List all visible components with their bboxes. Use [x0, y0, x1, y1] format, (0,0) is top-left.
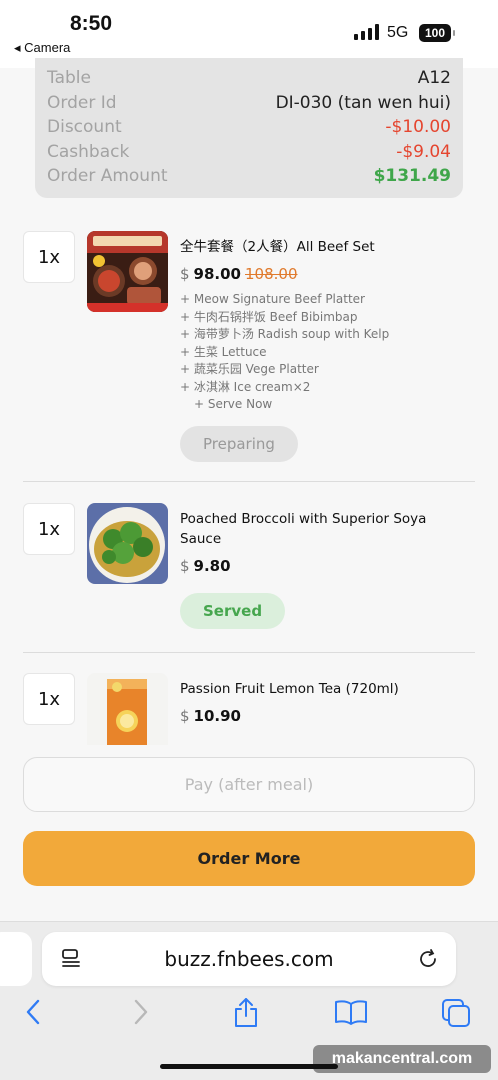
order-id-value: DI-030 (tan wen hui)	[275, 92, 451, 113]
reload-icon[interactable]	[416, 947, 440, 975]
item-price: $9.80	[180, 557, 470, 575]
summary-label: Order Id	[47, 92, 117, 113]
url-text: buzz.fnbees.com	[164, 947, 334, 971]
option-line: + 牛肉石锅拌饭 Beef Bibimbap	[180, 309, 358, 324]
network-type: 5G	[387, 24, 409, 41]
summary-row-cashback: Cashback -$9.04	[47, 140, 451, 165]
order-item: 1x 全牛套餐（2人餐）All Beef Set $98.00 108.00 + …	[23, 231, 475, 466]
current-price: 10.90	[193, 707, 241, 725]
current-price: 98.00	[193, 265, 241, 283]
currency-symbol: $	[180, 707, 190, 725]
option-line: + 生菜 Lettuce	[180, 344, 267, 359]
option-line: + 冰淇淋 Ice cream×2	[180, 379, 311, 394]
previous-tab-preview[interactable]	[0, 932, 32, 986]
summary-row-table: Table A12	[47, 66, 451, 91]
status-badge-preparing: Preparing	[180, 425, 298, 462]
address-bar[interactable]: buzz.fnbees.com	[42, 932, 456, 986]
battery-icon: 100	[419, 24, 455, 42]
signal-icon	[354, 24, 379, 40]
back-icon[interactable]	[22, 997, 44, 1031]
share-icon[interactable]	[231, 994, 261, 1032]
forward-icon[interactable]	[130, 997, 152, 1031]
option-line: + 蔬菜乐园 Vege Platter	[180, 362, 319, 376]
item-image-beef-set[interactable]	[87, 231, 168, 312]
pay-after-meal-button[interactable]: Pay (after meal)	[23, 757, 475, 812]
table-value: A12	[417, 68, 451, 89]
currency-symbol: $	[180, 265, 190, 283]
cashback-value: -$9.04	[396, 141, 451, 162]
back-to-camera-link[interactable]: ◂ Camera	[14, 40, 70, 56]
item-name: Poached Broccoli with Superior Soya Sauc…	[180, 511, 427, 547]
item-info: 全牛套餐（2人餐）All Beef Set $98.00 108.00 + Meo…	[180, 237, 470, 462]
summary-row-order-amount: Order Amount $131.49	[47, 164, 451, 189]
summary-label: Cashback	[47, 141, 130, 162]
option-line: + 海带萝卜汤 Radish soup with Kelp	[180, 327, 390, 341]
order-amount-value: $131.49	[373, 166, 451, 187]
home-indicator	[160, 1064, 338, 1069]
item-quantity: 1x	[23, 673, 75, 725]
item-options: + Meow Signature Beef Platter + 牛肉石锅拌饭 B…	[180, 291, 470, 414]
tabs-icon[interactable]	[440, 997, 472, 1033]
item-name: Passion Fruit Lemon Tea (720ml)	[180, 681, 399, 697]
discount-value: -$10.00	[385, 117, 451, 138]
status-badge-served: Served	[180, 593, 286, 629]
item-quantity: 1x	[23, 503, 75, 555]
item-price: $98.00 108.00	[180, 265, 470, 283]
item-quantity: 1x	[23, 231, 75, 283]
order-item: 1x Poached Broccoli with Superior Soya S…	[23, 503, 475, 638]
summary-label: Table	[47, 68, 91, 89]
option-sub-line: + Serve Now	[194, 397, 273, 411]
current-price: 9.80	[193, 557, 231, 575]
summary-label: Discount	[47, 117, 122, 138]
summary-label: Order Amount	[47, 166, 168, 187]
currency-symbol: $	[180, 557, 190, 575]
item-image-broccoli[interactable]	[87, 503, 168, 584]
bookmarks-icon[interactable]	[334, 997, 368, 1031]
item-image-lemon-tea[interactable]	[87, 673, 168, 745]
item-divider	[23, 481, 475, 482]
original-price: 108.00	[245, 265, 298, 283]
summary-row-discount: Discount -$10.00	[47, 115, 451, 140]
watermark: makancentral.com	[313, 1045, 491, 1073]
summary-row-order-id: Order Id DI-030 (tan wen hui)	[47, 91, 451, 116]
item-name: 全牛套餐（2人餐）All Beef Set	[180, 239, 375, 255]
item-info: Passion Fruit Lemon Tea (720ml) $10.90	[180, 679, 470, 725]
item-info: Poached Broccoli with Superior Soya Sauc…	[180, 509, 470, 629]
option-line: + Meow Signature Beef Platter	[180, 292, 365, 306]
order-item: 1x Passion Fruit Lemon Tea (720ml) $10.9…	[23, 673, 475, 745]
order-more-button[interactable]: Order More	[23, 831, 475, 886]
item-price: $10.90	[180, 707, 470, 725]
status-time: 8:50	[70, 12, 113, 35]
order-summary-card: Table A12 Order Id DI-030 (tan wen hui) …	[35, 58, 463, 198]
item-divider	[23, 652, 475, 653]
